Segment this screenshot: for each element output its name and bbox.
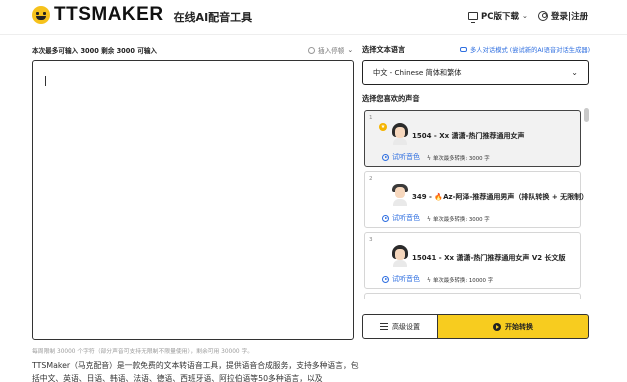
header: TTSMAKER 在线AI配音工具 PC版下载 ⌄ 登录|注册	[0, 0, 627, 34]
user-icon	[538, 11, 548, 21]
voice-title: 349 - 🔥Az-阿泽-推荐通用男声（排队转换 + 无限制）	[412, 193, 589, 201]
sliders-icon	[380, 323, 388, 330]
text-cursor	[45, 76, 46, 86]
voice-card[interactable]: 1 ★ 1504 - Xx 潇潇-热门推荐通用女声 试听音色 ϟ 单次最多转换:…	[364, 110, 581, 167]
preview-label: 试听音色	[392, 214, 420, 222]
max-conversion-info: ϟ 单次最多转换: 3000 字	[427, 215, 490, 224]
bolt-icon: ϟ	[427, 154, 431, 162]
logo-icon	[32, 6, 50, 24]
insert-pause-label: 插入停顿	[318, 47, 345, 55]
male-avatar-icon	[391, 184, 409, 206]
preview-voice-button[interactable]: 试听音色	[382, 213, 420, 223]
brand-subtitle: 在线AI配音工具	[173, 10, 253, 24]
preview-label: 试听音色	[392, 275, 420, 283]
brand-logo[interactable]: TTSMAKER 在线AI配音工具	[32, 4, 252, 26]
header-divider	[0, 34, 627, 35]
max-conversion-text: 单次最多转换: 3000 字	[432, 217, 490, 223]
language-select[interactable]: 中文 - Chinese 简体和繁体 ⌄	[362, 60, 589, 85]
chevron-down-icon: ⌄	[521, 12, 528, 20]
input-limit-text: 本次最多可输入 3000 剩余 3000 可输入	[32, 47, 158, 55]
max-conversion-info: ϟ 单次最多转换: 3000 字	[427, 154, 490, 163]
max-conversion-text: 单次最多转换: 10000 字	[432, 278, 494, 284]
female-avatar-icon	[391, 123, 409, 145]
advanced-settings-label: 高级设置	[392, 322, 420, 331]
language-selected-value: 中文 - Chinese 简体和繁体	[373, 67, 462, 77]
voice-title: 15041 - Xx 潇潇-热门推荐通用女声 V2 长文版	[412, 254, 566, 262]
pc-download-label: PC版下载	[481, 12, 519, 22]
chevron-down-icon: ⌄	[347, 46, 354, 54]
insert-pause-button[interactable]: 插入停顿 ⌄	[308, 45, 353, 55]
preview-label: 试听音色	[392, 153, 420, 161]
preview-voice-button[interactable]: 试听音色	[382, 274, 420, 284]
voice-number: 1	[369, 115, 373, 121]
preview-voice-button[interactable]: 试听音色	[382, 152, 420, 162]
pc-download-menu[interactable]: PC版下载 ⌄	[468, 10, 528, 23]
max-conversion-text: 单次最多转换: 3000 字	[432, 156, 490, 162]
text-input-area[interactable]	[32, 60, 354, 340]
voice-list-scrollbar[interactable]	[584, 108, 589, 122]
voice-card[interactable]: 3 15041 - Xx 潇潇-热门推荐通用女声 V2 长文版 试听音色 ϟ 单…	[364, 232, 581, 289]
voice-card[interactable]	[364, 293, 581, 299]
voice-card[interactable]: 2 349 - 🔥Az-阿泽-推荐通用男声（排队转换 + 无限制） 试听音色 ϟ…	[364, 171, 588, 228]
bolt-icon: ϟ	[427, 276, 431, 284]
max-conversion-info: ϟ 单次最多转换: 10000 字	[427, 276, 494, 285]
voice-number: 2	[369, 176, 373, 182]
desktop-icon	[468, 12, 478, 23]
product-description: TTSMaker（马克配音）是一款免费的文本转语音工具，提供语音合成服务，支持多…	[32, 361, 359, 382]
start-convert-button[interactable]: 开始转换	[437, 314, 589, 339]
language-label: 选择文本语言	[362, 45, 406, 54]
advanced-settings-button[interactable]: 高级设置	[362, 314, 438, 339]
clock-icon	[308, 46, 315, 54]
play-icon	[382, 214, 389, 222]
chat-icon	[460, 47, 467, 52]
chevron-down-icon: ⌄	[571, 68, 578, 77]
play-icon	[382, 275, 389, 283]
brand-name: TTSMAKER	[54, 4, 164, 25]
login-register-label: 登录|注册	[551, 12, 589, 22]
multi-voice-mode-label: 多人对话模式 (尝试新的AI语音对话生成器)	[470, 47, 591, 54]
multi-voice-mode-link[interactable]: 多人对话模式 (尝试新的AI语音对话生成器)	[460, 45, 590, 54]
start-convert-label: 开始转换	[505, 322, 533, 331]
voice-label: 选择您喜欢的声音	[362, 94, 420, 103]
play-circle-icon	[493, 322, 501, 331]
play-icon	[382, 153, 389, 161]
voice-list[interactable]: 1 ★ 1504 - Xx 潇潇-热门推荐通用女声 试听音色 ϟ 单次最多转换:…	[362, 106, 591, 299]
login-register-link[interactable]: 登录|注册	[538, 10, 588, 22]
weekly-limit-note: 每周限制 30000 个字符（部分声音可支持无限制不限量使用），剩余可用 300…	[32, 349, 254, 355]
star-badge-icon: ★	[379, 123, 387, 131]
bolt-icon: ϟ	[427, 215, 431, 223]
female-avatar-icon	[391, 245, 409, 267]
voice-number: 3	[369, 237, 373, 243]
voice-title: 1504 - Xx 潇潇-热门推荐通用女声	[412, 132, 525, 140]
